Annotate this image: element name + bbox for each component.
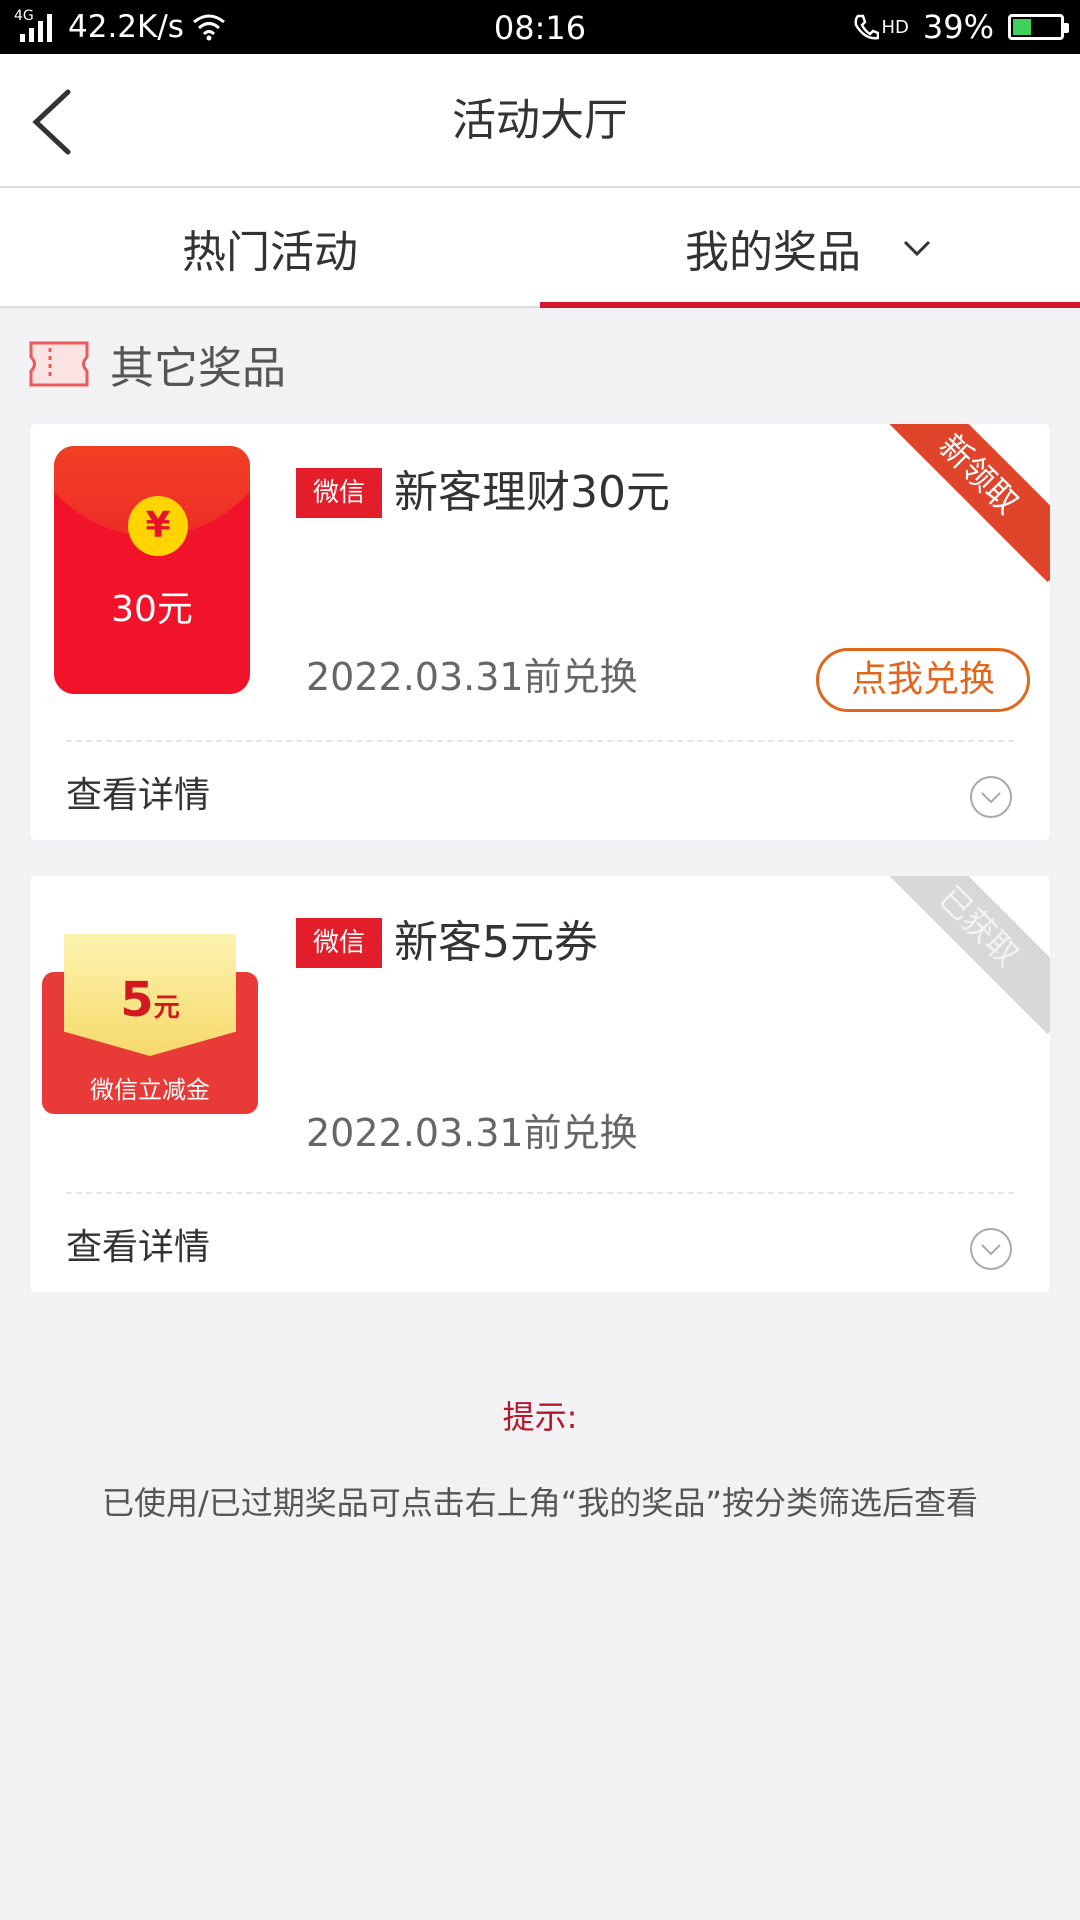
status-ribbon: 新领取: [870, 424, 1050, 583]
hd-call-icon: HD: [853, 13, 909, 41]
battery-percent: 39%: [922, 8, 994, 46]
coupon-value: 5元: [42, 972, 258, 1028]
view-details-link[interactable]: 查看详情: [66, 1218, 210, 1270]
ticket-icon: [29, 341, 89, 387]
wechat-tag: 微信: [296, 918, 382, 968]
view-details-link[interactable]: 查看详情: [66, 766, 210, 818]
coupon-amount: 5: [120, 972, 154, 1028]
divider: [66, 740, 1014, 742]
prize-name: 新客理财30元: [394, 467, 670, 518]
envelope-amount: 30元: [111, 589, 193, 630]
expand-circle-icon[interactable]: [968, 774, 1014, 820]
section-title: 其它奖品: [110, 343, 286, 394]
page-title: 活动大厅: [452, 95, 628, 146]
prize-card: 新领取 ¥ 30元 微信 新客理财30元 2022.03.31前兑换 点我兑换 …: [30, 424, 1050, 840]
tip-text: 已使用/已过期奖品可点击右上角“我的奖品”按分类筛选后查看: [102, 1484, 978, 1522]
prize-card: 已获取 5元 微信立减金 微信 新客5元券 2022.03.31前兑换 查看详情: [30, 876, 1050, 1292]
status-right: HD 39%: [853, 0, 1069, 54]
active-tab-indicator: [540, 302, 1080, 308]
app-header: 活动大厅: [0, 54, 1080, 188]
tab-my-prizes[interactable]: 我的奖品: [540, 188, 1080, 308]
status-bar: 4G 42.2K/s 08:16 HD 39%: [0, 0, 1080, 54]
battery-fill: [1013, 19, 1031, 35]
battery-icon: [1008, 14, 1069, 40]
hd-label: HD: [881, 16, 909, 38]
tab-hot-activities[interactable]: 热门活动: [0, 188, 540, 308]
red-envelope-icon: ¥ 30元: [54, 446, 250, 694]
expire-date: 2022.03.31前兑换: [306, 655, 638, 699]
tab-label: 我的奖品: [685, 227, 861, 278]
divider: [66, 1192, 1014, 1194]
expand-circle-icon[interactable]: [968, 1226, 1014, 1272]
coupon-unit: 元: [153, 993, 180, 1023]
tab-bar: 热门活动 我的奖品: [0, 188, 1080, 308]
status-ribbon: 已获取: [870, 876, 1050, 1035]
prize-name: 新客5元券: [394, 917, 598, 968]
tab-label: 热门活动: [182, 227, 358, 278]
tip-title: 提示:: [502, 1398, 578, 1436]
redeem-button[interactable]: 点我兑换: [816, 648, 1030, 712]
coin-icon: ¥: [128, 496, 188, 556]
expire-date: 2022.03.31前兑换: [306, 1111, 638, 1155]
coupon-subtitle: 微信立减金: [90, 1076, 210, 1104]
wechat-tag: 微信: [296, 468, 382, 518]
chevron-down-icon: [903, 240, 931, 257]
coupon-icon: 5元 微信立减金: [42, 934, 258, 1114]
section-header: 其它奖品: [28, 336, 286, 394]
